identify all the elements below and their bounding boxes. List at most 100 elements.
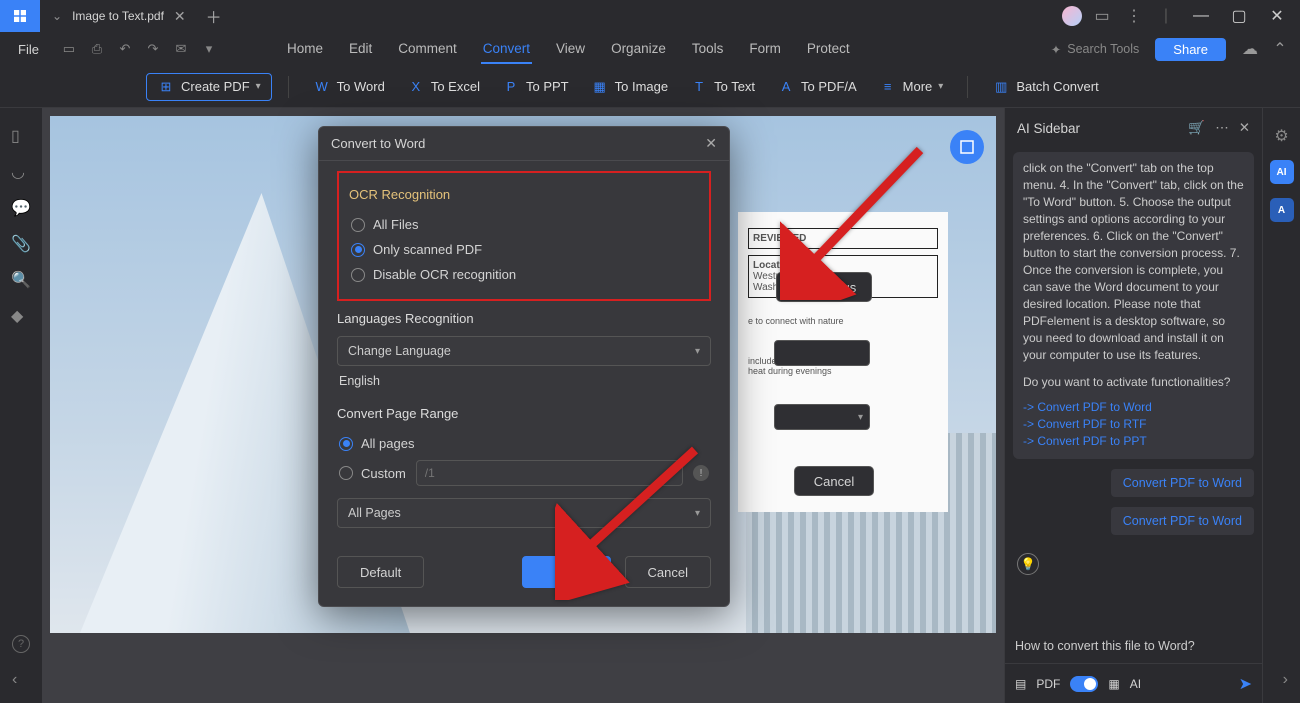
range-option-custom[interactable]: Custom [339, 466, 406, 481]
dots-icon[interactable]: ⋯ [1215, 120, 1229, 136]
tab-view[interactable]: View [554, 35, 587, 64]
range-all-label: All pages [361, 436, 414, 451]
file-menu[interactable]: File [8, 38, 49, 61]
language-select[interactable]: Change Language ▾ [337, 336, 711, 366]
background-input[interactable] [774, 340, 870, 366]
ok-button[interactable]: OK [522, 556, 611, 588]
new-tab-button[interactable]: ＋ [198, 4, 230, 28]
more-button[interactable]: ≡More▾ [871, 73, 952, 101]
to-pdfa-button[interactable]: ATo PDF/A [769, 73, 865, 101]
share-button[interactable]: Share [1155, 38, 1226, 61]
cloud-icon[interactable]: ☁ [1238, 37, 1262, 61]
minimize-button[interactable]: — [1186, 1, 1216, 31]
tab-convert[interactable]: Convert [481, 35, 532, 64]
sparkle-icon: ✦ [1051, 42, 1061, 57]
print-icon[interactable]: ⎙ [85, 37, 109, 61]
ai-chip-alt[interactable]: A [1270, 198, 1294, 222]
bookmark-icon[interactable]: ◡ [11, 162, 31, 182]
language-section-title: Languages Recognition [337, 311, 711, 326]
dialog-close-button[interactable]: ✕ [705, 135, 717, 152]
tab-comment[interactable]: Comment [396, 35, 459, 64]
to-image-label: To Image [615, 79, 668, 94]
tab-chevron-icon: ⌄ [52, 9, 62, 23]
nav-next-button[interactable]: › [1283, 671, 1288, 689]
page-range-select[interactable]: All Pages ▾ [337, 498, 711, 528]
tab-tools[interactable]: Tools [690, 35, 726, 64]
dropdown-icon[interactable]: ▾ [197, 37, 221, 61]
range-option-all[interactable]: All pages [337, 431, 711, 456]
settings-label: Settings [809, 280, 856, 295]
collapse-icon[interactable]: ⌃ [1268, 37, 1292, 61]
document-tab[interactable]: ⌄ Image to Text.pdf ✕ [40, 0, 198, 32]
to-image-button[interactable]: ▦ To Image [583, 73, 676, 101]
kebab-icon[interactable]: ⋮ [1122, 4, 1146, 28]
settings-button[interactable]: ⚙ Settings [776, 272, 872, 302]
help-icon[interactable]: ? [12, 635, 30, 653]
attachment-icon[interactable]: 📎 [11, 234, 31, 254]
ai-link-ppt[interactable]: -> Convert PDF to PPT [1023, 433, 1244, 450]
mode-toggle[interactable] [1070, 676, 1098, 692]
radio-icon [339, 437, 353, 451]
ai-chip[interactable]: AI [1270, 160, 1294, 184]
send-icon[interactable]: ➤ [1239, 674, 1252, 694]
app-logo[interactable] [0, 0, 40, 32]
to-text-label: To Text [714, 79, 755, 94]
ai-suggestion-icon[interactable]: 💡 [1013, 535, 1254, 581]
to-word-label: To Word [337, 79, 385, 94]
tab-form[interactable]: Form [747, 35, 783, 64]
page-range-label: All Pages [348, 506, 401, 520]
close-window-button[interactable]: ✕ [1262, 1, 1292, 31]
radio-icon [351, 218, 365, 232]
create-pdf-button[interactable]: ⊞ Create PDF ▾ [146, 73, 272, 101]
tab-protect[interactable]: Protect [805, 35, 852, 64]
tab-edit[interactable]: Edit [347, 35, 374, 64]
tab-organize[interactable]: Organize [609, 35, 668, 64]
nav-prev-button[interactable]: ‹ [12, 671, 17, 689]
ocr-all-label: All Files [373, 217, 419, 232]
search-icon[interactable]: 🔍 [11, 270, 31, 290]
image-icon: ▦ [591, 78, 609, 96]
background-select[interactable]: ▾ [774, 404, 870, 430]
save-icon[interactable]: ▭ [57, 37, 81, 61]
to-excel-button[interactable]: XTo Excel [399, 73, 488, 101]
batch-convert-button[interactable]: ▥Batch Convert [984, 73, 1106, 101]
cart-icon[interactable]: 🛒 [1188, 120, 1205, 136]
ocr-option-all[interactable]: All Files [349, 212, 699, 237]
search-tools[interactable]: ✦ Search Tools [1051, 42, 1140, 57]
background-cancel-button[interactable]: Cancel [794, 466, 874, 496]
layers-icon[interactable]: ◆ [11, 306, 31, 326]
avatar[interactable] [1062, 6, 1082, 26]
tab-title: Image to Text.pdf [72, 9, 164, 23]
maximize-button[interactable]: ▢ [1224, 1, 1254, 31]
ai-bottom-bar: ▤ PDF ▦ AI ➤ [1005, 663, 1262, 703]
settings-icon[interactable]: ⚙ [1274, 126, 1288, 146]
to-ppt-label: To PPT [526, 79, 569, 94]
cancel-button[interactable]: Cancel [625, 556, 711, 588]
comment-icon[interactable]: 💬 [11, 198, 31, 218]
gear-icon: ⚙ [792, 279, 804, 295]
redo-icon[interactable]: ↷ [141, 37, 165, 61]
fit-page-button[interactable] [950, 130, 984, 164]
ocr-option-scanned[interactable]: Only scanned PDF [349, 237, 699, 262]
close-icon[interactable]: ✕ [174, 8, 186, 25]
mail-icon[interactable]: ✉ [169, 37, 193, 61]
chat-icon[interactable]: ▭ [1090, 4, 1114, 28]
to-text-button[interactable]: TTo Text [682, 73, 763, 101]
range-input[interactable] [416, 460, 683, 486]
undo-icon[interactable]: ↶ [113, 37, 137, 61]
batch-icon: ▥ [992, 78, 1010, 96]
default-button[interactable]: Default [337, 556, 424, 588]
radio-icon [339, 466, 353, 480]
page-icon[interactable]: ▯ [11, 126, 31, 146]
to-word-button[interactable]: WTo Word [305, 73, 393, 101]
info-icon[interactable]: ! [693, 465, 709, 481]
tab-home[interactable]: Home [285, 35, 325, 64]
ocr-option-disable[interactable]: Disable OCR recognition [349, 262, 699, 287]
close-icon[interactable]: ✕ [1239, 120, 1250, 136]
ai-link-word[interactable]: -> Convert PDF to Word [1023, 399, 1244, 416]
ai-action-button[interactable]: Convert PDF to Word [1111, 507, 1254, 535]
ai-action-button[interactable]: Convert PDF to Word [1111, 469, 1254, 497]
ai-link-rtf[interactable]: -> Convert PDF to RTF [1023, 416, 1244, 433]
to-ppt-button[interactable]: PTo PPT [494, 73, 577, 101]
ocr-highlight-box: OCR Recognition All Files Only scanned P… [337, 171, 711, 301]
